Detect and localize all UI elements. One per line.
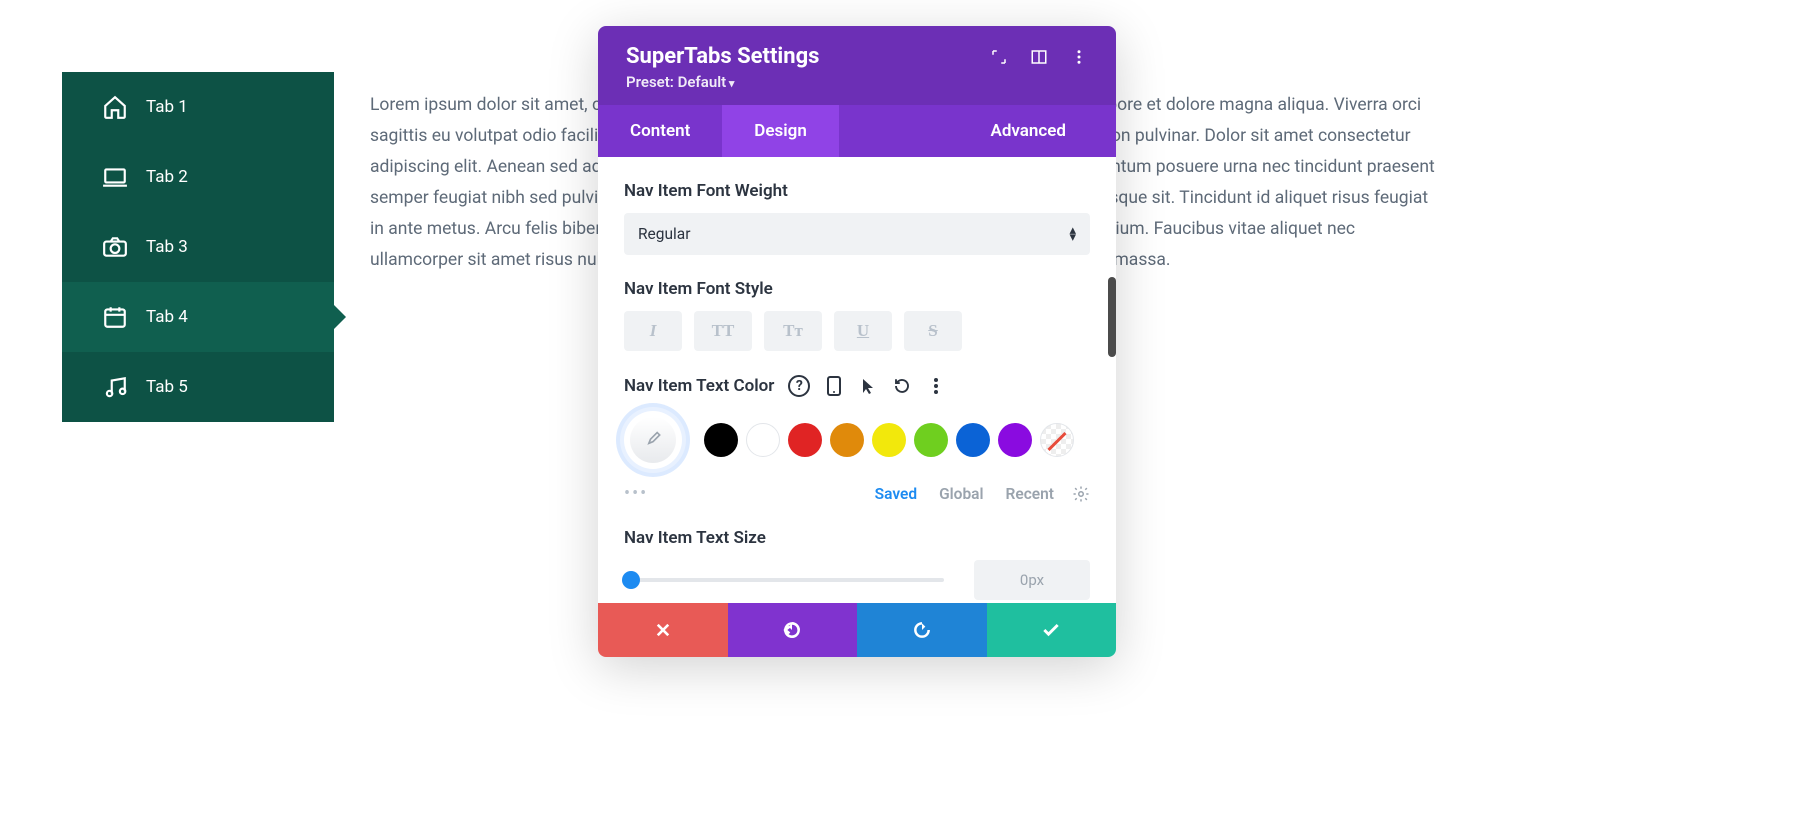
swatch-green[interactable] xyxy=(914,423,948,457)
swatch-yellow[interactable] xyxy=(872,423,906,457)
tab-advanced[interactable]: Advanced xyxy=(958,105,1116,157)
tab-label: Tab 5 xyxy=(146,377,188,397)
panel-body: Nav Item Font Weight Regular ▴▾ Nav Item… xyxy=(598,157,1116,603)
panel-title: SuperTabs Settings xyxy=(626,44,819,69)
strikethrough-button[interactable]: S xyxy=(904,311,962,351)
tabs-sidebar: Tab 1 Tab 2 Tab 3 Tab 4 Tab 5 xyxy=(62,72,334,422)
smallcaps-button[interactable]: Tᴛ xyxy=(764,311,822,351)
tab-item-3[interactable]: Tab 3 xyxy=(62,212,334,282)
tab-item-2[interactable]: Tab 2 xyxy=(62,142,334,212)
reset-icon[interactable] xyxy=(892,376,912,396)
scrollbar-thumb[interactable] xyxy=(1108,277,1116,357)
text-color-label: Nav Item Text Color xyxy=(624,376,774,396)
select-caret-icon: ▴▾ xyxy=(1069,227,1076,241)
palette-tab-recent[interactable]: Recent xyxy=(1006,485,1054,503)
swatch-white[interactable] xyxy=(746,423,780,457)
text-color-label-row: Nav Item Text Color ? xyxy=(624,375,1090,397)
tab-label: Tab 2 xyxy=(146,167,188,187)
palette-tab-saved[interactable]: Saved xyxy=(875,485,917,503)
swatch-black[interactable] xyxy=(704,423,738,457)
music-icon xyxy=(102,374,128,400)
tab-design[interactable]: Design xyxy=(722,105,839,157)
font-weight-select[interactable]: Regular ▴▾ xyxy=(624,213,1090,255)
color-picker-button[interactable] xyxy=(624,411,682,469)
panel-header: SuperTabs Settings Preset: Default xyxy=(598,26,1116,105)
save-button[interactable] xyxy=(987,603,1117,657)
text-size-input[interactable]: 0px xyxy=(974,560,1090,600)
uppercase-button[interactable]: TT xyxy=(694,311,752,351)
cancel-button[interactable] xyxy=(598,603,728,657)
font-style-label: Nav Item Font Style xyxy=(624,279,1090,299)
phone-icon[interactable] xyxy=(824,376,844,396)
camera-icon xyxy=(102,234,128,260)
swatch-blue[interactable] xyxy=(956,423,990,457)
font-weight-label: Nav Item Font Weight xyxy=(624,181,1090,201)
panel-tabs: Content Design Advanced xyxy=(598,105,1116,157)
laptop-icon xyxy=(102,164,128,190)
palette-more-icon[interactable]: ••• xyxy=(624,483,654,504)
cursor-icon[interactable] xyxy=(858,376,878,396)
tab-content[interactable]: Content xyxy=(598,105,722,157)
palette-tab-global[interactable]: Global xyxy=(939,485,983,503)
preset-dropdown[interactable]: Preset: Default xyxy=(626,73,1088,91)
underline-button[interactable]: U xyxy=(834,311,892,351)
slider-thumb[interactable] xyxy=(622,571,640,589)
swatch-purple[interactable] xyxy=(998,423,1032,457)
columns-icon[interactable] xyxy=(1030,48,1048,66)
swatch-red[interactable] xyxy=(788,423,822,457)
more-icon[interactable] xyxy=(926,376,946,396)
home-icon xyxy=(102,94,128,120)
tab-label: Tab 1 xyxy=(146,97,188,117)
tab-item-4[interactable]: Tab 4 xyxy=(62,282,334,352)
panel-footer xyxy=(598,603,1116,657)
tab-label: Tab 4 xyxy=(146,307,188,327)
eyedropper-icon xyxy=(630,417,676,463)
tab-label: Tab 3 xyxy=(146,237,188,257)
settings-panel: SuperTabs Settings Preset: Default Conte… xyxy=(598,26,1116,657)
kebab-icon[interactable] xyxy=(1070,48,1088,66)
swatch-orange[interactable] xyxy=(830,423,864,457)
tab-item-1[interactable]: Tab 1 xyxy=(62,72,334,142)
italic-button[interactable]: I xyxy=(624,311,682,351)
help-icon[interactable]: ? xyxy=(788,375,810,397)
swatch-none[interactable] xyxy=(1040,423,1074,457)
tab-item-5[interactable]: Tab 5 xyxy=(62,352,334,422)
text-size-label: Nav Item Text Size xyxy=(624,528,1090,548)
font-weight-value: Regular xyxy=(638,225,690,243)
calendar-icon xyxy=(102,304,128,330)
redo-button[interactable] xyxy=(857,603,987,657)
text-size-slider[interactable] xyxy=(624,578,944,582)
undo-button[interactable] xyxy=(728,603,858,657)
gear-icon[interactable] xyxy=(1072,485,1090,503)
expand-icon[interactable] xyxy=(990,48,1008,66)
